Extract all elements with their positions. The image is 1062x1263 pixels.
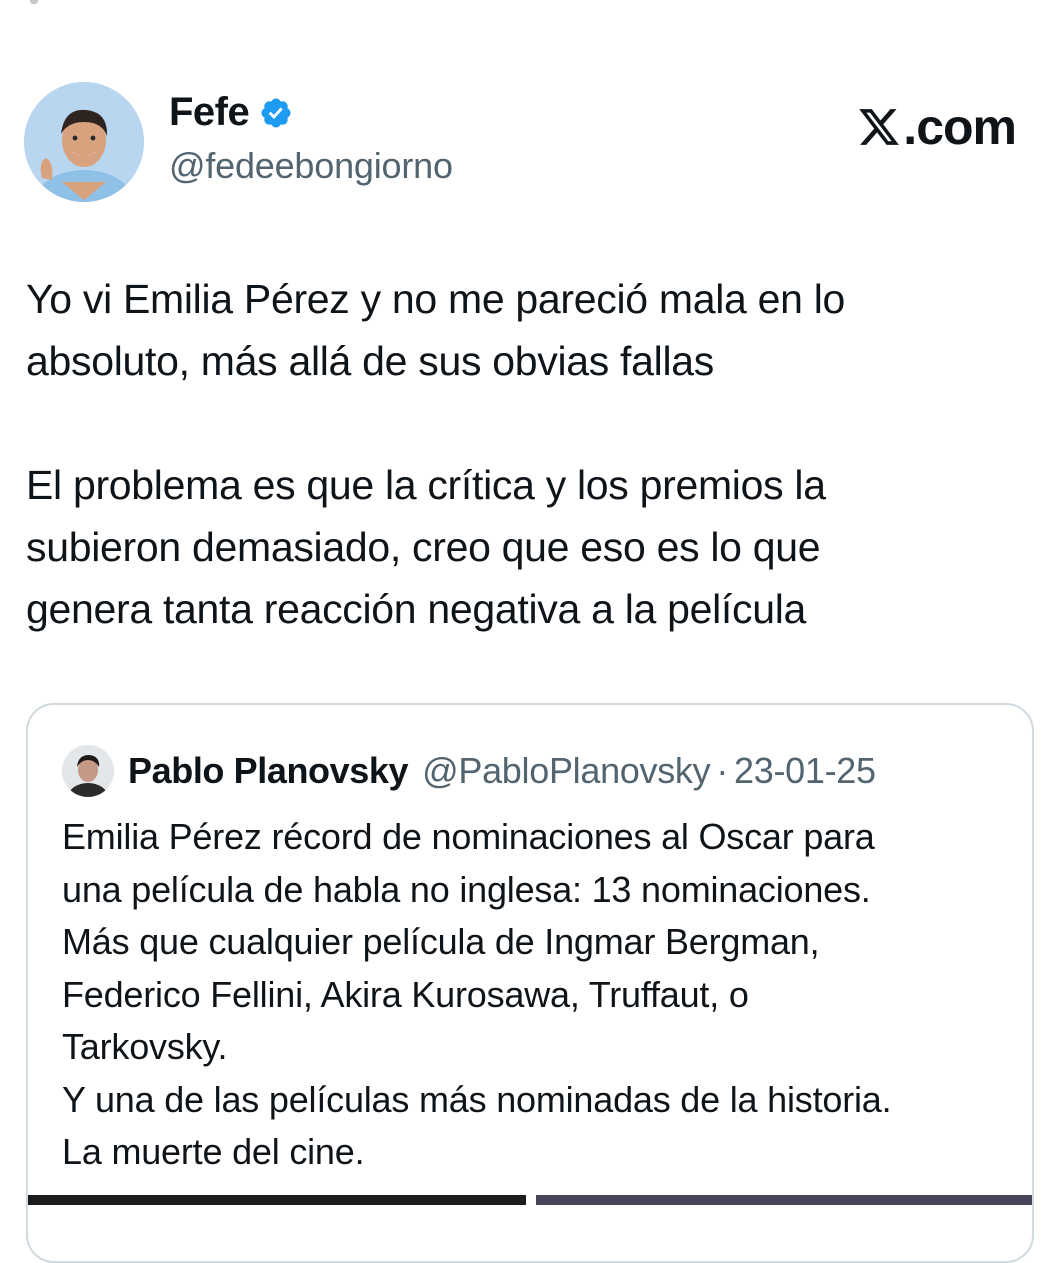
quoted-author-handle[interactable]: @PabloPlanovsky [422,750,711,792]
author-info: Fefe @fedeebongiorno [169,90,453,187]
quoted-tweet-header: Pablo Planovsky @PabloPlanovsky · 23-01-… [62,745,876,797]
author-avatar[interactable] [24,82,144,202]
author-display-name[interactable]: Fefe [169,90,250,135]
tweet-paragraph: Yo vi Emilia Pérez y no me pareció mala … [26,268,1026,392]
quoted-tweet-line: Tarkovsky. [62,1026,228,1067]
quoted-tweet-line: Federico Fellini, Akira Kurosawa, Truffa… [62,973,749,1015]
quoted-tweet-line: Y una de las películas más nominadas de … [62,1078,892,1120]
quoted-tweet-line: Más que cualquier película de Ingmar Ber… [62,921,820,962]
tweet-body: Yo vi Emilia Pérez y no me pareció mala … [26,268,1026,640]
quoted-media-image-left[interactable] [28,1195,526,1205]
quoted-tweet-line: una película de habla no inglesa: 13 nom… [62,868,871,910]
tweet-line: genera tanta reacción negativa a la pelí… [26,586,807,632]
quoted-tweet-card[interactable]: Pablo Planovsky @PabloPlanovsky · 23-01-… [26,703,1034,1263]
tweet-line: El problema es que la crítica y los prem… [26,462,826,508]
quoted-tweet-body: Emilia Pérez récord de nominaciones al O… [62,811,1022,1179]
quoted-tweet-line: La muerte del cine. [62,1131,365,1172]
tweet-paragraph: El problema es que la crítica y los prem… [26,454,1026,640]
quoted-tweet-line: Emilia Pérez récord de nominaciones al O… [62,816,875,857]
quoted-media-strip [28,1195,1032,1205]
brand-suffix: .com [903,99,1017,155]
quoted-author-display-name[interactable]: Pablo Planovsky [128,750,409,792]
quoted-author-avatar[interactable] [62,745,114,797]
verified-badge-icon [261,97,291,128]
x-logo-icon [859,109,900,145]
tweet-line: subieron demasiado, creo que eso es lo q… [26,524,821,570]
author-handle[interactable]: @fedeebongiorno [169,145,453,187]
top-edge-mark [30,0,38,4]
tweet-header: Fefe @fedeebongiorno .com [24,72,1026,202]
tweet-line: absoluto, más allá de sus obvias fallas [26,338,714,384]
quoted-media-image-right[interactable] [536,1195,1032,1205]
quoted-tweet-date[interactable]: 23-01-25 [734,750,876,792]
quoted-separator: · [716,750,729,791]
brand-watermark: .com [857,98,1017,156]
avatar-photo-icon [24,82,144,202]
quoted-avatar-photo-icon [62,745,114,797]
tweet-line: Yo vi Emilia Pérez y no me pareció mala … [26,276,846,322]
